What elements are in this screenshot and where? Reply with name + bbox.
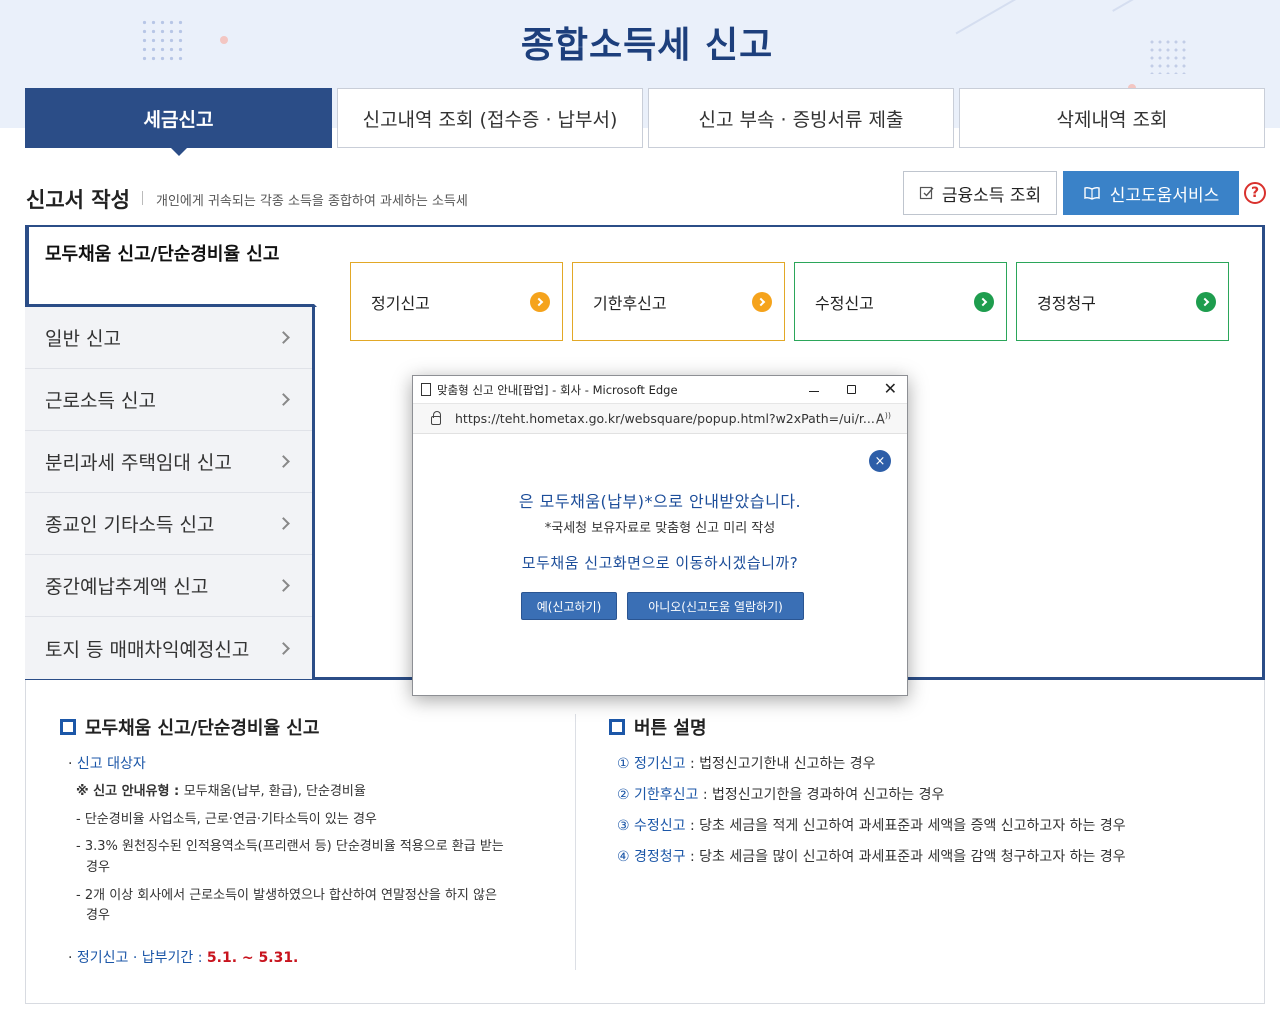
popup-note: *국세청 보유자료로 맞춤형 신고 미리 작성 (413, 517, 907, 536)
maximize-icon[interactable] (847, 385, 856, 394)
target-line: - 2개 이상 회사에서 근로소득이 발생하였으나 합산하여 연말정산을 하지 … (76, 886, 497, 906)
book-icon (1083, 185, 1101, 201)
financial-income-button[interactable]: 금융소득 조회 (903, 171, 1057, 215)
chevron-right-icon (277, 579, 290, 592)
window-close-icon[interactable]: ✕ (884, 381, 897, 397)
tab-attachments[interactable]: 신고 부속 · 증빙서류 제출 (648, 88, 954, 148)
arrow-right-icon (752, 292, 772, 312)
minimize-icon[interactable] (809, 391, 819, 392)
financial-income-label: 금융소득 조회 (942, 181, 1041, 206)
divider (142, 191, 143, 205)
arrow-right-icon (974, 292, 994, 312)
tab-filing-history[interactable]: 신고내역 조회 (접수증 · 납부서) (337, 88, 643, 148)
square-bullet-icon (609, 719, 625, 735)
guide-type: ※ 신고 안내유형 : 모두채움(납부, 환급), 단순경비율 (76, 782, 366, 802)
popup-window-title: 맞춤형 신고 안내[팝업] - 회사 - Microsoft Edge (437, 382, 678, 398)
target-line: - 단순경비율 사업소득, 근로·연금·기타소득이 있는 경우 (76, 810, 377, 830)
popup-address-bar[interactable]: https://teht.hometax.go.kr/websquare/pop… (413, 404, 907, 434)
sidebar-item-prefilled[interactable]: 모두채움 신고/단순경비율 신고 (25, 227, 317, 307)
refund-claim-card[interactable]: 경정청구 (1016, 262, 1229, 341)
info-right-title: 버튼 설명 (609, 714, 707, 740)
card-label: 기한후신고 (593, 290, 667, 314)
target-line: 경우 (86, 858, 110, 878)
filing-help-button[interactable]: 신고도움서비스 (1063, 171, 1239, 215)
sidebar-item-label: 일반 신고 (45, 324, 121, 351)
button-desc-item: ④ 경정청구 : 당초 세금을 많이 신고하여 과세표준과 세액을 감액 청구하… (617, 847, 1126, 867)
card-label: 정기신고 (371, 290, 430, 314)
info-left-title: 모두채움 신고/단순경비율 신고 (60, 714, 319, 740)
sidebar-item-label: 중간예납추계액 신고 (45, 572, 208, 599)
sidebar: 모두채움 신고/단순경비율 신고 일반 신고 근로소득 신고 분리과세 주택임대… (25, 227, 317, 681)
help-question-icon[interactable]: ? (1244, 182, 1266, 204)
sidebar-item-label: 토지 등 매매차익예정신고 (45, 635, 249, 662)
chevron-right-icon (277, 455, 290, 468)
square-bullet-icon (60, 719, 76, 735)
arrow-right-icon (1196, 292, 1216, 312)
regular-filing-card[interactable]: 정기신고 (350, 262, 563, 341)
popup-no-button[interactable]: 아니오(신고도움 열람하기) (627, 592, 804, 620)
amended-filing-card[interactable]: 수정신고 (794, 262, 1007, 341)
sidebar-item-general[interactable]: 일반 신고 (25, 307, 312, 369)
page-icon (421, 383, 431, 396)
sidebar-list: 일반 신고 근로소득 신고 분리과세 주택임대 신고 종교인 기타소득 신고 중… (25, 307, 315, 679)
page-title: 종합소득세 신고 (0, 16, 1280, 68)
sidebar-item-label: 종교인 기타소득 신고 (45, 510, 214, 537)
arrow-right-icon (530, 292, 550, 312)
card-label: 경정청구 (1037, 290, 1096, 314)
popup-yes-button[interactable]: 예(신고하기) (521, 592, 617, 620)
lock-icon (431, 416, 441, 425)
filing-period: · 정기신고 · 납부기간 : 5.1. ~ 5.31. (68, 948, 298, 968)
button-desc-item: ③ 수정신고 : 당초 세금을 적게 신고하여 과세표준과 세액을 증액 신고하… (617, 816, 1126, 836)
read-aloud-icon[interactable]: A)) (876, 411, 891, 427)
sidebar-item-rental[interactable]: 분리과세 주택임대 신고 (25, 431, 312, 493)
popup-message: 은 모두채움(납부)*으로 안내받았습니다. (413, 488, 907, 512)
button-desc-item: ① 정기신고 : 법정신고기한내 신고하는 경우 (617, 754, 876, 774)
popup-question: 모두채움 신고화면으로 이동하시겠습니까? (413, 552, 907, 573)
chevron-right-icon (277, 517, 290, 530)
sidebar-item-religious[interactable]: 종교인 기타소득 신고 (25, 493, 312, 555)
chevron-right-icon (277, 393, 290, 406)
button-desc-item: ② 기한후신고 : 법정신고기한을 경과하여 신고하는 경우 (617, 785, 944, 805)
target-label: · 신고 대상자 (68, 754, 146, 774)
target-line: 경우 (86, 906, 110, 926)
sidebar-item-earned-income[interactable]: 근로소득 신고 (25, 369, 312, 431)
sidebar-item-label: 분리과세 주택임대 신고 (45, 448, 232, 475)
popup-url: https://teht.hometax.go.kr/websquare/pop… (455, 411, 875, 426)
chevron-right-icon (277, 331, 290, 344)
edit-check-icon (919, 185, 935, 201)
sidebar-item-interim[interactable]: 중간예납추계액 신고 (25, 555, 312, 617)
sidebar-item-label: 근로소득 신고 (45, 386, 156, 413)
popup-window: 맞춤형 신고 안내[팝업] - 회사 - Microsoft Edge ✕ ht… (412, 375, 908, 696)
filing-help-label: 신고도움서비스 (1110, 181, 1219, 206)
chevron-right-icon (277, 642, 290, 655)
decor-line (1112, 0, 1148, 12)
section-description: 개인에게 귀속되는 각종 소득을 종합하여 과세하는 소득세 (156, 190, 468, 209)
sidebar-item-land[interactable]: 토지 등 매매차익예정신고 (25, 617, 312, 679)
target-line: - 3.3% 원천징수된 인적용역소득(프리랜서 등) 단순경비율 적용으로 환… (76, 837, 504, 857)
tab-tax-filing[interactable]: 세금신고 (25, 88, 332, 148)
main-tabs: 세금신고 신고내역 조회 (접수증 · 납부서) 신고 부속 · 증빙서류 제출… (25, 88, 1265, 148)
card-label: 수정신고 (815, 290, 874, 314)
popup-close-button[interactable]: × (869, 450, 891, 472)
late-filing-card[interactable]: 기한후신고 (572, 262, 785, 341)
popup-title-bar: 맞춤형 신고 안내[팝업] - 회사 - Microsoft Edge ✕ (413, 376, 907, 404)
tab-deleted-history[interactable]: 삭제내역 조회 (959, 88, 1265, 148)
section-title: 신고서 작성 (26, 184, 130, 214)
divider (575, 714, 576, 970)
